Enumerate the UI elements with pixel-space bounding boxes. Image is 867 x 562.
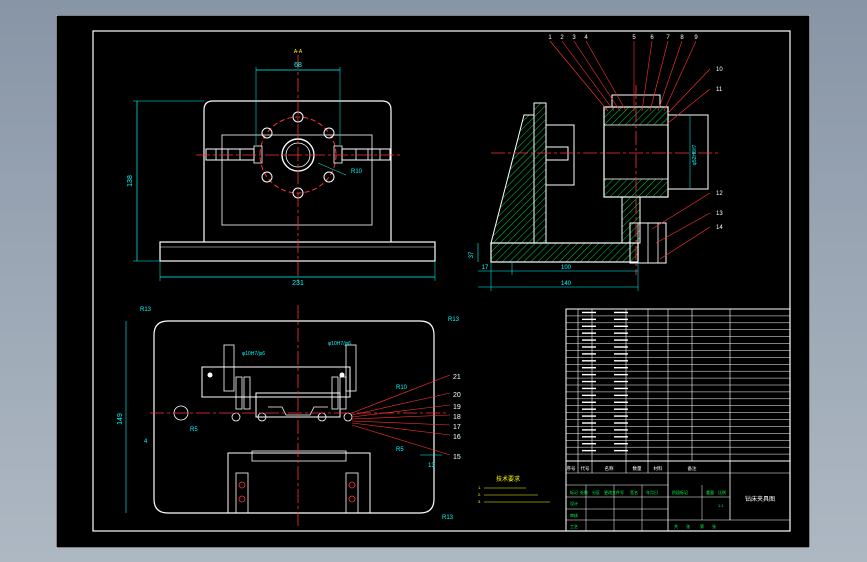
engineering-drawing: 68 A-A 138 231 R10 1 2 3 4 5 6 7 8 9 10 … (55, 14, 811, 549)
plan-slot-label: R5 (190, 427, 198, 433)
tech-note-1: 1. (478, 485, 481, 490)
plan-callout-18: 18 (453, 414, 461, 421)
plan-callout-15: 15 (453, 454, 461, 461)
plan-callout-16: 16 (453, 434, 461, 441)
parts-list (565, 308, 791, 462)
plan-lower-block (227, 452, 371, 514)
plan-corner-tl: R13 (140, 307, 152, 313)
plan-corner-tr: R13 (448, 317, 460, 323)
scale-label: 比例 (718, 489, 726, 495)
role-process: 工艺 (570, 524, 578, 529)
header-code: 代号 (581, 465, 590, 472)
side-callout-5: 5 (632, 35, 636, 41)
side-callout-11: 11 (716, 87, 723, 93)
sheet-unit-2: 张 (712, 523, 716, 529)
side-callout-10: 10 (716, 67, 723, 73)
front-top-dim: 68 (294, 62, 302, 69)
front-section-mark: A-A (294, 49, 303, 55)
sign-change: 更改文件号 (604, 489, 624, 495)
plan-radius-label: R10 (396, 385, 408, 391)
header-material: 材料 (654, 465, 663, 472)
front-radius-callout: R10 (351, 169, 363, 175)
drawing-title: 钻床夹具图 (745, 495, 775, 503)
stage-label: 阶段标记 (672, 489, 688, 495)
side-callout-4: 4 (584, 35, 588, 41)
side-callout-2: 2 (560, 35, 564, 41)
plan-callout-19: 19 (453, 404, 461, 411)
sheet-unit-1: 张 (686, 523, 690, 529)
side-view: 1 2 3 4 5 6 7 8 9 10 11 12 13 14 φ52H8/f… (469, 35, 723, 291)
role-review: 审核 (570, 512, 578, 518)
plan-fit-left: φ10H7/js6 (242, 351, 265, 357)
tech-notes: 技术要求 1. 2. 3. (478, 475, 550, 504)
header-no: 序号 (567, 465, 576, 472)
front-height-dim: 138 (127, 175, 134, 187)
tech-note-3: 3. (478, 499, 481, 504)
front-width-dim: 231 (292, 280, 304, 287)
side-callout-3: 3 (572, 35, 576, 41)
header-qty: 数量 (633, 465, 642, 472)
side-total-dim: 140 (561, 281, 572, 287)
role-design: 设计 (570, 500, 578, 506)
side-callout-12: 12 (716, 191, 723, 197)
side-callout-6: 6 (650, 35, 654, 41)
side-left-dim: 17 (482, 265, 489, 271)
side-callout-14: 14 (716, 225, 723, 231)
side-bracket (490, 114, 535, 244)
left-clamp-screw (205, 148, 255, 161)
side-callout-8: 8 (680, 35, 684, 41)
plan-left-mark: 4 (144, 439, 148, 445)
plan-callout-17: 17 (453, 424, 461, 431)
sheet-total: 共 (674, 523, 678, 529)
cad-viewport[interactable]: 68 A-A 138 231 R10 1 2 3 4 5 6 7 8 9 10 … (55, 14, 811, 549)
side-base-dim: 100 (561, 265, 572, 271)
header-remark: 备注 (688, 465, 697, 472)
plan-callout-20: 20 (453, 392, 461, 399)
sign-signature: 签名 (630, 489, 638, 495)
side-shaft (545, 146, 569, 161)
sheet-current: 第 (700, 523, 704, 529)
plan-height-dim: 149 (117, 413, 124, 425)
side-fit-label: φ52H8/f7 (692, 144, 698, 165)
side-height-dim: 37 (469, 251, 475, 258)
title-block: 序号 代号 名称 数量 材料 备注 标记 处数 分区 更改文件号 签名 年月日 … (565, 460, 791, 532)
side-callout-1: 1 (548, 35, 552, 41)
weight-label: 重量 (706, 489, 714, 495)
front-view: 68 A-A 138 231 R10 (127, 49, 436, 287)
side-support (621, 196, 641, 244)
side-callout-7: 7 (666, 35, 670, 41)
tech-note-2: 2. (478, 492, 481, 497)
scale-value: 1:1 (718, 503, 724, 508)
header-name: 名称 (605, 465, 614, 472)
plan-callout-21: 21 (453, 374, 461, 381)
right-clamp-screw (341, 148, 391, 161)
tech-notes-title: 技术要求 (496, 475, 520, 483)
plan-fit-right: φ10H7/js6 (328, 341, 351, 347)
side-callout-9: 9 (694, 35, 698, 41)
sign-count: 处数 (580, 489, 588, 495)
base-plate (159, 241, 436, 262)
sign-mark: 标记 (570, 489, 578, 495)
side-base (490, 242, 639, 263)
sign-date: 年月日 (646, 489, 658, 495)
side-callout-13: 13 (716, 211, 723, 217)
plan-r5-label: R5 (396, 447, 404, 453)
drawing-border (92, 30, 791, 532)
plan-corner-br: R13 (442, 515, 454, 521)
plan-view: R13 R13 R13 φ10H7/js6 φ10H7/js6 149 4 R5… (117, 305, 461, 527)
sign-zone: 分区 (592, 489, 600, 495)
plan-13-dim: 13 (428, 463, 435, 469)
